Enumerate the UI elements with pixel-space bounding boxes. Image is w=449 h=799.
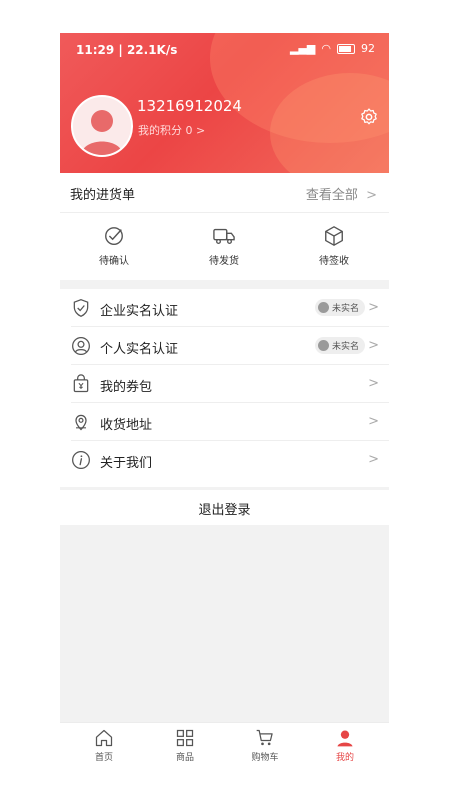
cart-icon: [256, 729, 273, 746]
home-icon: [95, 729, 113, 747]
logout-button[interactable]: 退出登录: [60, 490, 389, 525]
info-icon: [72, 451, 90, 469]
order-status-pending-ship[interactable]: 待发货: [194, 225, 254, 267]
menu-item-address[interactable]: 收货地址 >: [60, 403, 389, 441]
menu-item-personal-verify[interactable]: 个人实名认证 未实名 >: [60, 327, 389, 365]
person-icon: [72, 337, 90, 355]
shield-icon: [73, 298, 89, 318]
status-bar: 11:29 | 22.1K/s ▂▄▆ ◠ 92: [60, 33, 389, 67]
tab-cart[interactable]: 购物车: [240, 728, 290, 763]
coupon-bag-icon: [73, 374, 89, 393]
order-status-pending-receive[interactable]: 待签收: [304, 225, 364, 267]
tab-products[interactable]: 商品: [160, 728, 210, 763]
logout-label: 退出登录: [198, 503, 251, 518]
chevron-right-icon: >: [368, 338, 379, 353]
phone-screen: 11:29 | 22.1K/s ▂▄▆ ◠ 92 13216912024 我的积…: [60, 33, 389, 771]
orders-header[interactable]: 我的进货单 查看全部 >: [60, 173, 389, 213]
chevron-right-icon: >: [368, 452, 379, 467]
tab-mine[interactable]: 我的: [320, 728, 370, 763]
truck-icon: [213, 228, 235, 244]
menu-item-label: 收货地址: [100, 418, 153, 433]
avatar[interactable]: [71, 95, 133, 157]
bottom-tab-bar: 首页 商品 购物车 我的: [60, 722, 389, 771]
menu-item-label: 我的券包: [100, 380, 153, 395]
menu-item-label: 个人实名认证: [100, 342, 179, 357]
menu-item-about[interactable]: 关于我们 >: [60, 441, 389, 479]
wifi-icon: ◠: [321, 42, 331, 55]
status-badge: 未实名: [314, 299, 365, 316]
battery-level: 92: [361, 42, 375, 55]
package-icon: [325, 226, 343, 246]
chevron-right-icon: >: [368, 376, 379, 391]
points-value: 0: [185, 124, 193, 137]
chevron-right-icon: >: [368, 414, 379, 429]
battery-icon: [337, 43, 355, 54]
order-status-pending-confirm[interactable]: 待确认: [84, 225, 144, 267]
grid-icon: [176, 729, 194, 747]
points-label: 我的积分: [138, 124, 182, 137]
check-circle-icon: [105, 227, 123, 245]
user-icon: [337, 730, 353, 747]
menu-item-label: 关于我们: [100, 456, 153, 471]
orders-title: 我的进货单: [70, 188, 136, 203]
location-icon: [75, 414, 87, 431]
user-phone: 13216912024: [137, 97, 242, 115]
menu-item-enterprise-verify[interactable]: 企业实名认证 未实名 >: [60, 289, 389, 327]
settings-menu: 企业实名认证 未实名 > 个人实名认证 未实名 > 我的券包 > 收货地址 > …: [60, 289, 389, 487]
chevron-right-icon: >: [196, 124, 206, 137]
status-badge: 未实名: [314, 337, 365, 354]
view-all-link[interactable]: 查看全部 >: [306, 184, 377, 203]
badge-dot-icon: [317, 302, 329, 313]
menu-item-coupons[interactable]: 我的券包 >: [60, 365, 389, 403]
signal-icon: ▂▄▆: [290, 42, 316, 55]
status-right: ▂▄▆ ◠ 92: [290, 42, 375, 55]
badge-dot-icon: [317, 340, 329, 351]
avatar-person-icon: [81, 110, 123, 155]
points-link[interactable]: 我的积分 0 >: [138, 122, 205, 138]
chevron-right-icon: >: [366, 188, 377, 203]
settings-gear-icon[interactable]: [359, 107, 379, 127]
profile-header: 11:29 | 22.1K/s ▂▄▆ ◠ 92 13216912024 我的积…: [60, 33, 389, 173]
tab-home[interactable]: 首页: [79, 728, 129, 763]
menu-item-label: 企业实名认证: [100, 304, 179, 319]
status-time: 11:29 | 22.1K/s: [76, 43, 178, 57]
chevron-right-icon: >: [368, 300, 379, 315]
order-status-row: 待确认 待发货 待签收: [60, 213, 389, 280]
